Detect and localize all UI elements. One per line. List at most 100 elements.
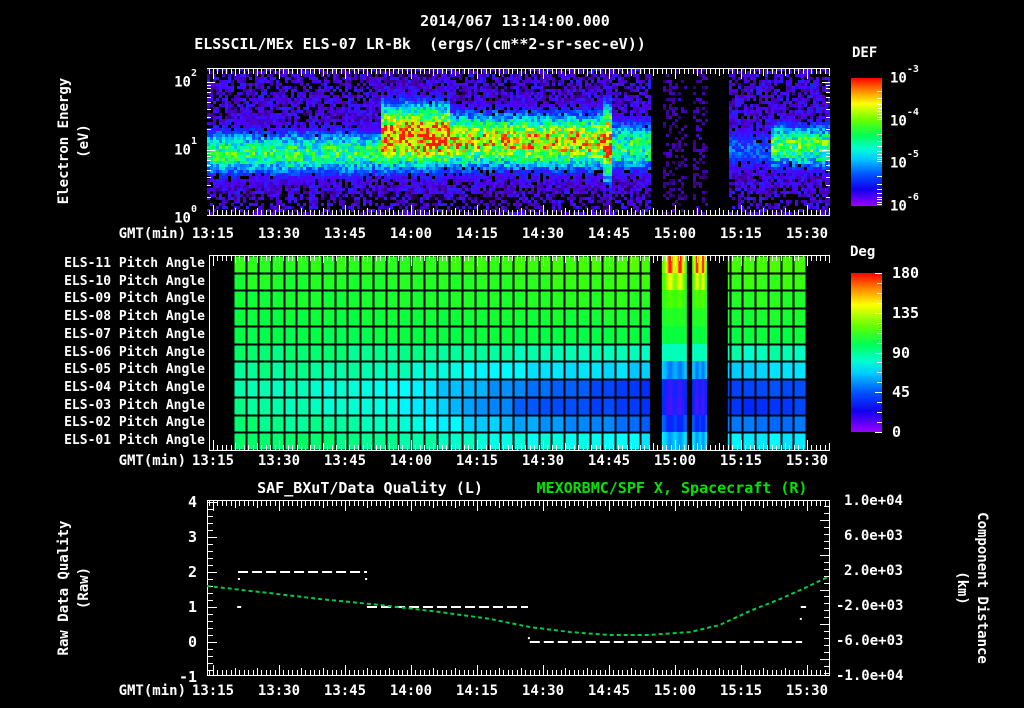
- def-colorbar-tick: [877, 98, 882, 100]
- def-colorbar-tick: [877, 193, 882, 195]
- bottom-left-tick-label: 4: [187, 493, 197, 511]
- time-tick-label: 15:15: [719, 226, 763, 242]
- pitch-row-label: ELS-10 Pitch Angle: [64, 273, 205, 289]
- deg-colorbar-tick: [875, 432, 882, 433]
- time-tick-label: 14:15: [455, 453, 499, 469]
- time-tick-label: 14:15: [455, 226, 499, 242]
- energy-tick-label: 101: [174, 135, 197, 159]
- time-tick-label: 13:45: [323, 453, 367, 469]
- def-colorbar-tick: [877, 159, 882, 161]
- plot-screen: 2014/067 13:14:00.000 ELSSCIL/MEx ELS-07…: [0, 0, 1024, 708]
- bottom-right-tick-label: -2.0e+03: [836, 598, 904, 614]
- def-tick-label: 10-4: [890, 106, 919, 130]
- def-colorbar: [851, 78, 882, 206]
- def-colorbar-tick: [877, 114, 882, 116]
- pitch-angle-heatmap-canvas: [209, 255, 830, 451]
- pitch-row-label: ELS-02 Pitch Angle: [64, 415, 205, 431]
- deg-colorbar-tick: [875, 352, 882, 354]
- deg-tick-label: 45: [892, 383, 911, 402]
- def-colorbar-tick: [877, 116, 882, 118]
- bottom-left-axis-title: Raw Data Quality (Raw): [56, 520, 92, 656]
- def-colorbar-tick: [877, 189, 882, 190]
- deg-colorbar-tick: [877, 282, 882, 284]
- pitch-row-label: ELS-09 Pitch Angle: [64, 291, 205, 307]
- time-tick-label: 14:30: [521, 453, 565, 469]
- def-colorbar-tick: [877, 118, 882, 120]
- deg-tick-label: 135: [892, 303, 920, 322]
- pitch-row-label: ELS-07 Pitch Angle: [64, 326, 205, 342]
- deg-colorbar-tick: [877, 362, 882, 364]
- deg-tick-label: 90: [892, 343, 911, 362]
- def-tick-label: 10-6: [890, 192, 919, 215]
- gmt-label-middle: GMT(min): [118, 453, 186, 469]
- def-colorbar-title: DEF: [852, 45, 878, 61]
- bottom-right-tick-label: -1.0e+04: [836, 668, 904, 684]
- pitch-row-label: ELS-08 Pitch Angle: [64, 309, 205, 325]
- deg-colorbar-tick: [877, 322, 882, 324]
- def-colorbar-tick: [877, 201, 882, 203]
- def-colorbar-tick: [877, 153, 882, 155]
- deg-colorbar-tick: [877, 302, 882, 304]
- bottom-left-tick-label: 2: [187, 563, 197, 581]
- def-colorbar-tick: [877, 199, 882, 201]
- time-tick-label: 13:15: [191, 226, 235, 242]
- bottom-left-tick-label: 1: [187, 598, 197, 616]
- quality-distance-plot-canvas: [207, 500, 831, 676]
- bottom-right-tick-label: 1.0e+04: [843, 493, 903, 509]
- time-tick-label: 15:30: [785, 683, 829, 699]
- deg-tick-label: 0: [892, 423, 902, 441]
- time-tick-label: 13:30: [257, 453, 301, 469]
- page-subtitle: ELSSCIL/MEx ELS-07 LR-Bk (ergs/(cm**2-sr…: [194, 35, 646, 53]
- def-tick-label: 10-5: [890, 149, 919, 172]
- def-colorbar-tick: [877, 107, 882, 109]
- bottom-left-tick-label: 0: [187, 633, 197, 651]
- bottom-right-tick-label: 6.0e+03: [843, 528, 903, 544]
- bottom-right-tick-label: 2.0e+03: [843, 563, 903, 579]
- deg-colorbar-tick: [875, 273, 882, 274]
- time-tick-label: 14:30: [521, 226, 565, 242]
- gmt-label-top: GMT(min): [118, 226, 186, 242]
- time-tick-label: 14:15: [455, 683, 499, 699]
- def-colorbar-tick: [877, 133, 882, 135]
- pitch-row-label: ELS-11 Pitch Angle: [64, 255, 205, 271]
- time-tick-label: 14:00: [389, 683, 433, 699]
- time-tick-label: 13:45: [323, 683, 367, 699]
- def-colorbar-tick: [877, 111, 882, 113]
- deg-colorbar-tick: [877, 402, 882, 404]
- time-tick-label: 13:15: [191, 683, 235, 699]
- energy-tick-label: 100: [174, 203, 197, 227]
- time-tick-label: 14:45: [587, 226, 631, 242]
- time-tick-label: 13:45: [323, 226, 367, 242]
- def-colorbar-tick: [877, 146, 882, 148]
- deg-colorbar-tick: [877, 292, 882, 294]
- def-colorbar-tick: [877, 141, 882, 142]
- time-tick-label: 15:30: [785, 453, 829, 469]
- time-tick-label: 14:45: [587, 453, 631, 469]
- spectrogram-y-axis-title: Electron Energy (eV): [56, 77, 92, 205]
- time-tick-label: 15:00: [653, 683, 697, 699]
- bottom-right-axis-title: Component Distance (km): [954, 512, 990, 664]
- time-tick-label: 13:30: [257, 226, 301, 242]
- def-colorbar-tick: [877, 90, 882, 92]
- deg-colorbar-tick: [877, 422, 882, 424]
- def-colorbar-tick: [877, 103, 882, 105]
- pitch-row-label: ELS-03 Pitch Angle: [64, 397, 205, 413]
- time-tick-label: 15:00: [653, 226, 697, 242]
- def-colorbar-tick: [877, 176, 882, 178]
- bottom-right-tick-label: -6.0e+03: [836, 633, 904, 649]
- time-tick-label: 14:00: [389, 453, 433, 469]
- deg-colorbar-tick: [877, 372, 882, 374]
- time-tick-label: 14:00: [389, 226, 433, 242]
- bottom-left-tick-label: 3: [187, 528, 197, 546]
- time-tick-label: 15:15: [719, 683, 763, 699]
- gmt-label-bottom: GMT(min): [118, 683, 186, 699]
- def-colorbar-tick: [877, 156, 882, 158]
- time-tick-label: 15:00: [653, 453, 697, 469]
- time-tick-label: 15:15: [719, 453, 763, 469]
- bottom-right-series-title: MEXORBMC/SPF X, Spacecraft (R): [536, 479, 808, 497]
- time-tick-label: 15:30: [785, 226, 829, 242]
- deg-colorbar-tick: [875, 392, 882, 394]
- deg-tick-label: 180: [892, 264, 920, 282]
- pitch-row-label: ELS-04 Pitch Angle: [64, 379, 205, 395]
- def-colorbar-tick: [877, 150, 882, 152]
